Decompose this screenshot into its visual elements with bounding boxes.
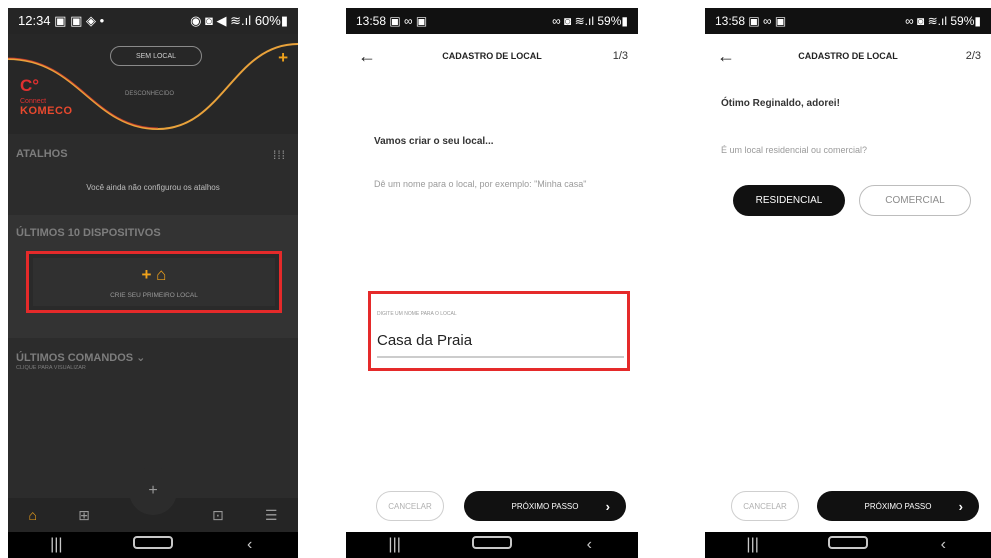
page-title: CADASTRO DE LOCAL — [442, 51, 542, 61]
battery-level: 59% — [597, 14, 622, 28]
recents-button[interactable]: ||| — [733, 536, 773, 554]
create-location-label: CRIE SEU PRIMEIRO LOCAL — [110, 292, 198, 299]
status-time: 13:58 — [356, 14, 387, 28]
back-button[interactable]: ‹ — [569, 536, 609, 554]
battery-icon: ▮ — [974, 14, 981, 28]
phone-home-screen: 12:34 ▣ ▣ ◈ • ◉ ◙ ◀ ≋.ıl 60%▮ SEM LOCAL … — [8, 8, 298, 558]
location-name-input[interactable]: Casa da Praia — [377, 332, 472, 349]
back-arrow-icon[interactable]: ← — [358, 46, 376, 67]
status-icons: ▣ ∞ ▣ — [748, 14, 787, 28]
grid-icon[interactable]: ⁞⁞⁞ — [273, 148, 286, 162]
home-button[interactable] — [132, 536, 173, 554]
cancel-button[interactable]: CANCELAR — [376, 491, 444, 521]
input-underline — [377, 356, 624, 358]
battery-icon: ▮ — [280, 13, 288, 28]
hint-text: Dê um nome para o local, por exemplo: "M… — [374, 179, 587, 189]
phone-register-step-2: 13:58 ▣ ∞ ▣ ∞ ◙ ≋.ıl 59%▮ CADASTRO DE LO… — [705, 8, 991, 558]
status-time: 13:58 — [715, 14, 746, 28]
home-tab-icon[interactable]: ⌂ — [29, 507, 37, 523]
status-bar: 13:58 ▣ ∞ ▣ ∞ ◙ ≋.ıl 59%▮ — [346, 8, 638, 34]
location-name-field[interactable]: DIGITE UM NOME PARA O LOCAL Casa da Prai… — [368, 291, 630, 371]
system-nav-bar: ||| ‹ — [8, 532, 298, 558]
battery-icon: ▮ — [621, 14, 628, 28]
signal-icons: ∞ ◙ ≋.ıl — [552, 14, 595, 28]
devices-title: ÚLTIMOS 10 DISPOSITIVOS — [16, 227, 161, 239]
chevron-right-icon: › — [958, 498, 963, 514]
system-nav-bar: ||| ‹ — [705, 532, 991, 558]
question-text: É um local residencial ou comercial? — [721, 145, 868, 155]
back-button[interactable]: ‹ — [923, 536, 963, 554]
step-indicator: 1/3 — [612, 50, 628, 62]
field-label: DIGITE UM NOME PARA O LOCAL — [377, 311, 457, 317]
hero-header: SEM LOCAL + C° Connect KOMECO DESCONHECI… — [8, 34, 298, 134]
add-icon[interactable]: + — [278, 48, 288, 68]
page-title: CADASTRO DE LOCAL — [798, 51, 898, 61]
chevron-right-icon: › — [605, 498, 610, 514]
add-fab-button[interactable]: + — [129, 467, 177, 515]
network-tab-icon[interactable]: ⊞ — [78, 507, 90, 524]
system-nav-bar: ||| ‹ — [346, 532, 638, 558]
recents-button[interactable]: ||| — [375, 536, 415, 554]
battery-level: 59% — [950, 14, 975, 28]
cancel-button[interactable]: CANCELAR — [731, 491, 799, 521]
commands-title[interactable]: ÚLTIMOS COMANDOS ⌄ — [16, 351, 145, 364]
signal-icons: ∞ ◙ ≋.ıl — [905, 14, 948, 28]
page-header: CADASTRO DE LOCAL ← 2/3 — [705, 34, 991, 78]
create-first-location-button[interactable]: + ⌂ CRIE SEU PRIMEIRO LOCAL — [26, 251, 282, 313]
status-bar: 12:34 ▣ ▣ ◈ • ◉ ◙ ◀ ≋.ıl 60%▮ — [8, 8, 298, 34]
next-step-label: PRÓXIMO PASSO — [511, 501, 579, 511]
robot-tab-icon[interactable]: ⊡ — [212, 507, 224, 524]
logo-mark: C° — [20, 76, 40, 95]
menu-tab-icon[interactable]: ☰ — [265, 507, 278, 524]
status-icons: ▣ ▣ ◈ • — [54, 13, 105, 28]
shortcuts-empty-message: Você ainda não configurou os atalhos — [86, 183, 220, 192]
battery-level: 60% — [254, 13, 281, 28]
status-time: 12:34 — [18, 13, 51, 28]
status-bar: 13:58 ▣ ∞ ▣ ∞ ◙ ≋.ıl 59%▮ — [705, 8, 991, 34]
back-arrow-icon[interactable]: ← — [717, 46, 735, 67]
phone-register-step-1: 13:58 ▣ ∞ ▣ ∞ ◙ ≋.ıl 59%▮ CADASTRO DE LO… — [346, 8, 638, 558]
commands-subtitle: CLIQUE PARA VISUALIZAR — [16, 365, 86, 371]
greeting-text: Ótimo Reginaldo, adorei! — [721, 98, 840, 109]
page-header: CADASTRO DE LOCAL ← 1/3 — [346, 34, 638, 78]
add-home-icon: + ⌂ — [141, 265, 167, 284]
shortcuts-title: ATALHOS — [16, 148, 68, 160]
next-step-button[interactable]: PRÓXIMO PASSO › — [464, 491, 626, 521]
home-button[interactable] — [471, 536, 512, 554]
app-logo: C° Connect KOMECO — [20, 76, 73, 117]
signal-icons: ◉ ◙ ◀ ≋.ıl — [190, 13, 252, 28]
recents-button[interactable]: ||| — [36, 536, 76, 554]
home-button[interactable] — [827, 536, 868, 554]
step-indicator: 2/3 — [965, 50, 981, 62]
commercial-button[interactable]: COMERCIAL — [859, 185, 971, 216]
location-selector-button[interactable]: SEM LOCAL — [110, 46, 202, 66]
logo-brand: KOMECO — [20, 105, 73, 117]
next-step-label: PRÓXIMO PASSO — [864, 501, 932, 511]
logo-word: Connect — [20, 98, 47, 105]
back-button[interactable]: ‹ — [230, 536, 270, 554]
connection-status: DESCONHECIDO — [125, 91, 175, 97]
residential-button[interactable]: RESIDENCIAL — [733, 185, 845, 216]
intro-text: Vamos criar o seu local... — [374, 136, 494, 147]
next-step-button[interactable]: PRÓXIMO PASSO › — [817, 491, 979, 521]
status-icons: ▣ ∞ ▣ — [389, 14, 428, 28]
